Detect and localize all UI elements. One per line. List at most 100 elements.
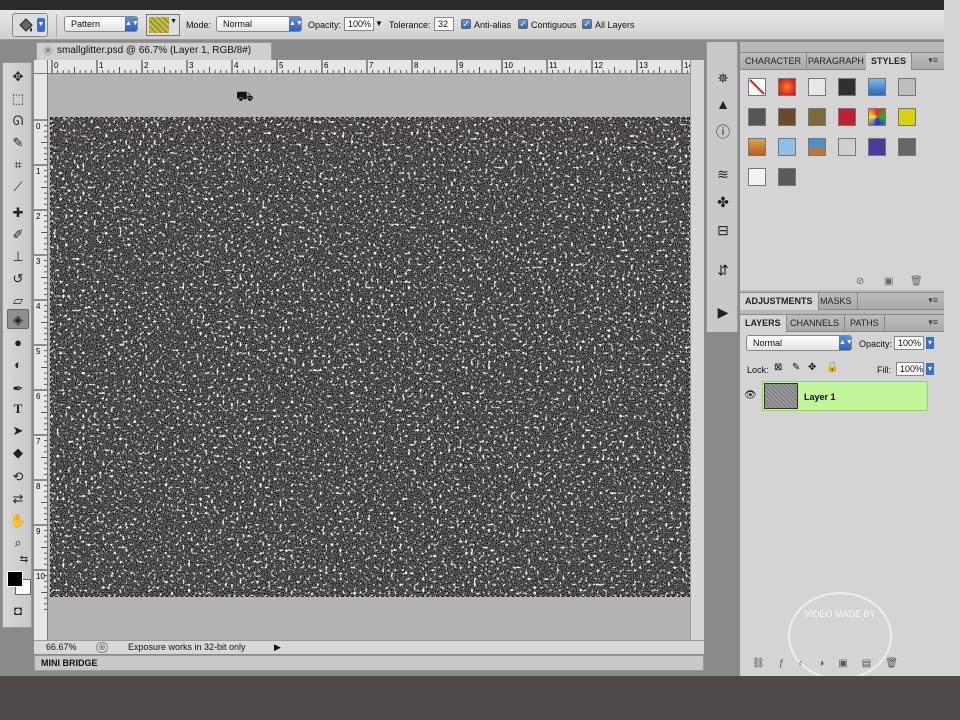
tab-masks[interactable]: MASKS (815, 293, 858, 310)
brush-presets-icon[interactable]: ≋ (713, 164, 733, 184)
new-style-icon[interactable]: ▣ (884, 276, 893, 287)
history-brush-tool-icon[interactable]: ↺ (7, 269, 29, 289)
fill-input[interactable]: 100% (896, 362, 924, 376)
layer-name[interactable]: Layer 1 (804, 391, 836, 403)
horizontal-ruler[interactable]: 01234567891011121314 (48, 60, 690, 74)
lock-position-icon[interactable]: ✥ (808, 362, 816, 373)
style-none[interactable] (748, 78, 766, 96)
status-menu-arrow-icon[interactable]: ▶ (274, 641, 281, 654)
antialias-checkbox[interactable]: ✓ (461, 19, 471, 29)
layer-opacity-input[interactable]: 100% (894, 336, 924, 350)
style-swatch[interactable] (808, 138, 826, 156)
style-swatch[interactable] (898, 138, 916, 156)
all-layers-checkbox[interactable]: ✓ (582, 19, 592, 29)
document-tab[interactable]: × smallglitter.psd @ 66.7% (Layer 1, RGB… (36, 42, 272, 60)
glitter-canvas[interactable] (50, 117, 690, 597)
style-swatch[interactable] (838, 78, 856, 96)
status-info-icon[interactable]: ◎ (96, 642, 108, 653)
pen-tool-icon[interactable]: ✒ (7, 379, 29, 399)
tab-paths[interactable]: PATHS (845, 315, 885, 332)
blur-tool-icon[interactable]: ● (7, 333, 29, 353)
quick-mask-icon[interactable]: ◘ (7, 601, 29, 621)
mini-bridge-panel[interactable]: MINI BRIDGE (34, 655, 704, 671)
style-swatch[interactable] (748, 138, 766, 156)
play-icon[interactable]: ▶ (713, 302, 733, 322)
style-swatch[interactable] (898, 78, 916, 96)
style-swatch[interactable] (868, 108, 886, 126)
quick-select-tool-icon[interactable]: ✎ (7, 133, 29, 153)
tab-layers[interactable]: LAYERS (740, 315, 787, 332)
blend-mode-select[interactable]: Normal ▲▼ (746, 335, 853, 351)
pattern-picker[interactable]: ▼ (146, 14, 180, 36)
tolerance-input[interactable]: 32 (434, 17, 454, 31)
panel-menu-icon[interactable]: ▾≡ (928, 55, 938, 66)
fill-source-select[interactable]: Pattern ▲▼ (64, 16, 139, 32)
eyedropper-tool-icon[interactable]: ⟋ (7, 177, 29, 197)
lock-image-icon[interactable]: ✎ (792, 362, 800, 373)
lasso-tool-icon[interactable]: ᘏ (7, 111, 29, 131)
style-swatch[interactable] (778, 78, 796, 96)
ruler-origin[interactable] (34, 60, 48, 74)
contiguous-checkbox[interactable]: ✓ (518, 19, 528, 29)
dodge-tool-icon[interactable]: ◐ (7, 355, 29, 375)
opacity-dropdown-arrow[interactable]: ▼ (375, 18, 383, 30)
crop-tool-icon[interactable]: ⌗ (7, 155, 29, 175)
visibility-eye-icon[interactable]: 👁 (744, 390, 757, 401)
style-swatch[interactable] (898, 108, 916, 126)
clear-style-icon[interactable]: ⊘ (856, 276, 864, 287)
close-icon[interactable]: × (43, 46, 53, 56)
opacity-input[interactable]: 100% (344, 17, 374, 31)
mode-select[interactable]: Normal ▲▼ (216, 16, 303, 32)
type-tool-icon[interactable]: T (7, 399, 29, 419)
clone-source-icon[interactable]: ⊟ (713, 220, 733, 240)
trash-icon[interactable]: 🗑 (910, 276, 923, 287)
style-swatch[interactable] (748, 108, 766, 126)
style-swatch[interactable] (778, 138, 796, 156)
lock-transparent-icon[interactable]: ⊠ (774, 362, 782, 373)
tab-character[interactable]: CHARACTER (740, 53, 808, 70)
vertical-ruler[interactable]: 0 1 2 3 4 5 6 7 8 9 10 (34, 74, 48, 640)
eraser-tool-icon[interactable]: ▱ (7, 291, 29, 311)
histogram-icon[interactable]: ▲ (713, 94, 733, 114)
zoom-level[interactable]: 66.67% (46, 641, 77, 654)
style-swatch[interactable] (778, 168, 796, 186)
vertical-scrollbar[interactable] (690, 60, 704, 640)
style-swatch[interactable] (868, 78, 886, 96)
move-tool-icon[interactable]: ✥ (7, 67, 29, 87)
shape-tool-icon[interactable]: ◆ (7, 443, 29, 463)
opacity-dropdown-arrow[interactable]: ▾ (926, 337, 934, 349)
style-swatch[interactable] (838, 108, 856, 126)
tab-paragraph[interactable]: PARAGRAPH (803, 53, 870, 70)
paint-bucket-tool-icon[interactable]: ◈ (7, 309, 29, 329)
style-swatch[interactable] (868, 138, 886, 156)
tool-preset-picker[interactable]: ▼ (12, 13, 48, 37)
marquee-tool-icon[interactable]: ⬚ (7, 89, 29, 109)
tab-styles[interactable]: STYLES (866, 53, 913, 70)
foreground-color-swatch[interactable] (7, 571, 23, 587)
actions-icon[interactable]: ⇵ (713, 260, 733, 280)
clone-stamp-tool-icon[interactable]: ⊥ (7, 247, 29, 267)
hand-tool-icon[interactable]: ✋ (7, 511, 29, 531)
style-swatch[interactable] (778, 108, 796, 126)
lock-all-icon[interactable]: 🔒 (826, 362, 838, 373)
path-selection-tool-icon[interactable]: ➤ (7, 421, 29, 441)
tab-adjustments[interactable]: ADJUSTMENTS (740, 293, 819, 310)
panel-menu-icon[interactable]: ▾≡ (928, 295, 938, 306)
tab-channels[interactable]: CHANNELS (785, 315, 846, 332)
navigator-icon[interactable]: ✵ (713, 68, 733, 88)
style-swatch[interactable] (808, 108, 826, 126)
brush-panel-icon[interactable]: ✤ (713, 192, 733, 212)
swap-colors-icon[interactable]: ⇆ (17, 553, 31, 567)
healing-brush-tool-icon[interactable]: ✚ (7, 203, 29, 223)
zoom-tool-icon[interactable]: ⌕ (7, 533, 29, 553)
brush-tool-icon[interactable]: ✐ (7, 225, 29, 245)
style-swatch[interactable] (838, 138, 856, 156)
style-swatch[interactable] (808, 78, 826, 96)
layer-thumbnail[interactable] (764, 383, 798, 409)
style-swatch[interactable] (748, 168, 766, 186)
fill-dropdown-arrow[interactable]: ▾ (926, 363, 934, 375)
panel-menu-icon[interactable]: ▾≡ (928, 317, 938, 328)
info-icon[interactable]: ⓘ (713, 122, 733, 142)
3d-rotate-tool-icon[interactable]: ⟲ (7, 467, 29, 487)
3d-orbit-tool-icon[interactable]: ⇄ (7, 489, 29, 509)
